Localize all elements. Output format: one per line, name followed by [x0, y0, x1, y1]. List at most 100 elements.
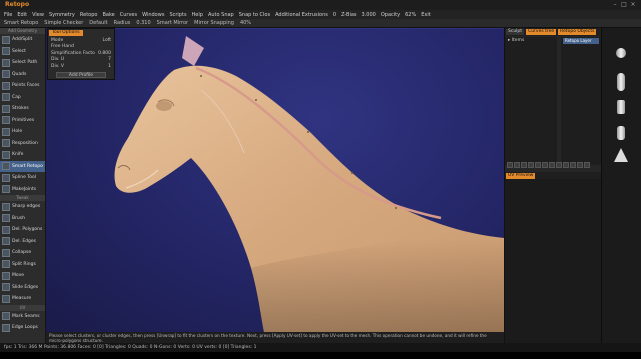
- tool-label: Measure: [12, 296, 32, 302]
- tool-measure[interactable]: Measure: [0, 293, 45, 305]
- toolbar-item[interactable]: Simple Checker: [44, 20, 83, 26]
- toolbar-item[interactable]: Default: [89, 20, 107, 26]
- toolbar-item[interactable]: 40%: [240, 20, 251, 26]
- tube-icon[interactable]: [617, 126, 625, 140]
- tool-add-split[interactable]: Add/Split: [0, 34, 45, 46]
- menu-item[interactable]: View: [32, 12, 44, 18]
- panel-tool-icon[interactable]: [570, 162, 576, 168]
- tool-label: MakeJoints: [12, 186, 37, 192]
- capsule-icon[interactable]: [617, 73, 625, 91]
- option-value[interactable]: 1: [108, 64, 111, 69]
- panel-tool-icon[interactable]: [563, 162, 569, 168]
- menu-item[interactable]: Curves: [120, 12, 137, 18]
- tool-cap[interactable]: Cap: [0, 92, 45, 104]
- panel-icon-strip: [507, 162, 600, 169]
- tool-split-rings[interactable]: Split Rings: [0, 259, 45, 271]
- tool-spline-tool[interactable]: Spline Tool: [0, 172, 45, 184]
- tool-smart-retopo[interactable]: Smart Retopo: [0, 160, 45, 172]
- option-value[interactable]: Loft: [103, 38, 111, 43]
- toolbar-item[interactable]: Mirror Snapping: [194, 20, 234, 26]
- tool-icon: [2, 283, 10, 292]
- panel-tool-icon[interactable]: [535, 162, 541, 168]
- retopo-layer-item[interactable]: Retopo Layer: [563, 38, 599, 44]
- tool-brush[interactable]: Brush: [0, 213, 45, 225]
- add-profile-button[interactable]: Add Profile: [56, 71, 106, 78]
- menu-item[interactable]: Scripts: [169, 12, 186, 18]
- right-tab[interactable]: Curves tree: [526, 29, 557, 35]
- tool-knife[interactable]: Knife: [0, 149, 45, 161]
- tool-options-tab[interactable]: Tool Options: [49, 30, 83, 36]
- maximize-icon[interactable]: □: [620, 1, 628, 8]
- panel-tool-icon[interactable]: [507, 162, 513, 168]
- tool-sharp-edges[interactable]: Sharp edges: [0, 201, 45, 213]
- menu-item[interactable]: 62%: [405, 12, 416, 18]
- tool-edge-loops[interactable]: Edge Loops: [0, 322, 45, 334]
- tool-option-row[interactable]: Simplification Facto 0.800: [48, 50, 114, 57]
- tool-primitives[interactable]: Primitives: [0, 115, 45, 127]
- menu-item[interactable]: File: [4, 12, 12, 18]
- tool-icon: [2, 225, 10, 234]
- sphere-icon[interactable]: [616, 48, 626, 58]
- app-title: Retopo: [5, 1, 30, 8]
- option-label: Mode: [51, 37, 64, 43]
- panel-tool-icon[interactable]: [521, 162, 527, 168]
- tool-label: Points Faces: [12, 83, 40, 89]
- tool-slide-edges[interactable]: Slide Edges: [0, 282, 45, 294]
- option-label: Div. U: [51, 57, 65, 63]
- tool-del-polygons[interactable]: Del. Polygons: [0, 224, 45, 236]
- tool-resposition[interactable]: Resposition: [0, 138, 45, 150]
- menu-item[interactable]: Windows: [142, 12, 164, 18]
- menu-item[interactable]: Retopo: [80, 12, 98, 18]
- option-value[interactable]: 7: [108, 57, 111, 62]
- right-tab[interactable]: Sculpt: [506, 29, 525, 35]
- menu-item[interactable]: Bake: [102, 12, 114, 18]
- menu-item[interactable]: Auto Snap: [208, 12, 234, 18]
- tool-mark-seams[interactable]: Mark Seams: [0, 311, 45, 323]
- toolbar-item[interactable]: Smart Mirror: [157, 20, 188, 26]
- toolbar-item[interactable]: 0.310: [136, 20, 150, 26]
- menu-item[interactable]: 0: [333, 12, 336, 18]
- menu-item[interactable]: Z-Bias: [341, 12, 356, 18]
- uv-preview-tab[interactable]: UV Preview: [506, 172, 536, 179]
- tool-move[interactable]: Move: [0, 270, 45, 282]
- panel-tool-icon[interactable]: [542, 162, 548, 168]
- panel-tool-icon[interactable]: [556, 162, 562, 168]
- menu-item[interactable]: 3.000: [362, 12, 376, 18]
- tool-points-faces[interactable]: Points Faces: [0, 80, 45, 92]
- menu-item[interactable]: Edit: [17, 12, 27, 18]
- panel-tool-icon[interactable]: [528, 162, 534, 168]
- minimize-icon[interactable]: –: [611, 1, 619, 8]
- menu-item[interactable]: Help: [192, 12, 203, 18]
- panel-tool-icon[interactable]: [577, 162, 583, 168]
- tool-label: Mark Seams: [12, 313, 40, 319]
- tool-collapse[interactable]: Collapse: [0, 247, 45, 259]
- panel-tool-icon[interactable]: [584, 162, 590, 168]
- tool-select[interactable]: Select: [0, 46, 45, 58]
- tool-quads[interactable]: Quads: [0, 69, 45, 81]
- tool-icon: [2, 81, 10, 90]
- menu-item[interactable]: Symmetry: [49, 12, 75, 18]
- tree-item[interactable]: ▸ Items: [505, 37, 557, 44]
- right-tab[interactable]: Retopo Objects: [558, 29, 597, 35]
- panel-tool-icon[interactable]: [514, 162, 520, 168]
- uv-preview-area[interactable]: [505, 179, 602, 343]
- menu-item[interactable]: Additional Extrusions: [275, 12, 328, 18]
- tool-strokes[interactable]: Strokes: [0, 103, 45, 115]
- menu-item[interactable]: Snap to Clos: [239, 12, 270, 18]
- tool-hole[interactable]: Hole: [0, 126, 45, 138]
- tool-option-row[interactable]: Div. V 1: [48, 63, 114, 70]
- tool-bar: Smart Retopo Simple Checker Default Radius 0…: [0, 19, 641, 28]
- tool-del-edges[interactable]: Del. Edges: [0, 236, 45, 248]
- option-value[interactable]: 0.800: [98, 51, 111, 56]
- panel-tool-icon[interactable]: [549, 162, 555, 168]
- tool-label: Cap: [12, 94, 21, 100]
- toolbar-item[interactable]: Radius: [114, 20, 131, 26]
- menu-item[interactable]: Exit: [421, 12, 430, 18]
- tool-makejoints[interactable]: MakeJoints: [0, 184, 45, 196]
- toolbar-item[interactable]: Smart Retopo: [4, 20, 38, 26]
- cylinder-icon[interactable]: [617, 100, 625, 114]
- tool-select-path[interactable]: Select Path: [0, 57, 45, 69]
- cone-icon[interactable]: [614, 148, 628, 162]
- close-icon[interactable]: ×: [629, 1, 637, 8]
- menu-item[interactable]: Opacity: [381, 12, 400, 18]
